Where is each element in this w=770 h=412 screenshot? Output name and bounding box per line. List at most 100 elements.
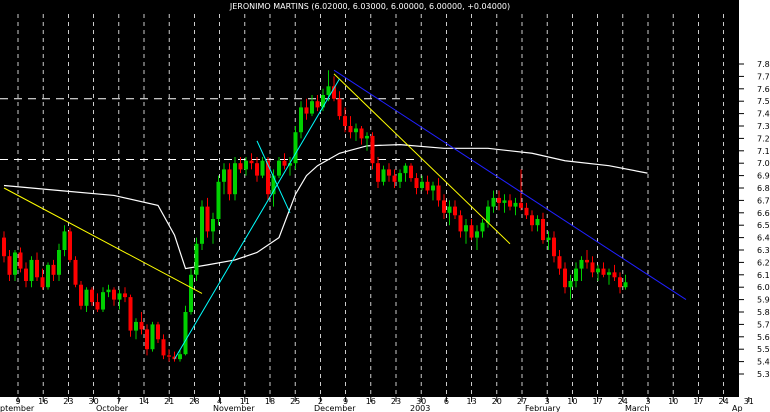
candle-body <box>178 354 182 360</box>
stock-chart: 5.3 5.4 5.5 5.6 5.7 5.8 5.9 6.0 6.1 6.2 6.3 6.4 6.5 6… <box>0 0 770 412</box>
candle-body <box>310 101 314 114</box>
candle-body <box>398 173 402 182</box>
y-tick-label: 6.4 <box>757 234 770 243</box>
candle-body <box>304 107 309 114</box>
candle-body <box>524 207 529 216</box>
y-tick-label: 6.1 <box>757 271 770 280</box>
candle-body <box>123 293 127 298</box>
y-tick-label: 7.5 <box>757 97 770 106</box>
candle-body <box>62 231 67 250</box>
candle-body <box>596 268 600 273</box>
candle-body <box>40 277 45 288</box>
candle-body <box>90 289 94 303</box>
candle-body <box>431 185 435 191</box>
candle-body <box>557 256 562 269</box>
candle-body <box>491 197 496 207</box>
candle-body <box>381 169 386 182</box>
x-day-label: 25 <box>290 397 300 406</box>
y-tick-label: 7.3 <box>757 122 770 131</box>
candle-body <box>343 116 347 126</box>
x-day-label: 13 <box>467 397 477 406</box>
candle-body <box>101 292 105 310</box>
candle-body <box>249 160 254 164</box>
x-month-label: December <box>314 404 356 412</box>
candle-body <box>480 222 485 232</box>
candle-body <box>200 206 204 244</box>
x-month-label: February <box>525 404 561 412</box>
candle-body <box>469 225 474 238</box>
candle-body <box>134 321 138 331</box>
candle-body <box>326 86 331 95</box>
candle-body <box>502 200 507 203</box>
candle-body <box>57 250 61 275</box>
candle-body <box>612 272 617 278</box>
y-tick-label: 6.7 <box>757 196 770 205</box>
x-month-label: October <box>96 404 129 412</box>
candle-body <box>453 206 457 216</box>
candle-body <box>623 282 628 288</box>
x-day-label: 6 <box>444 397 449 406</box>
candle-body <box>194 243 199 275</box>
y-tick-label: 6.9 <box>757 172 770 181</box>
y-tick-label: 5.7 <box>757 320 770 329</box>
candle-body <box>409 165 413 179</box>
candle-body <box>139 321 144 330</box>
candle-body <box>117 293 122 300</box>
candle-body <box>35 259 39 278</box>
candle-body <box>403 165 408 174</box>
candle-body <box>150 324 155 350</box>
candle-body <box>337 98 342 117</box>
candle-body <box>370 135 375 164</box>
y-tick-label: 6.2 <box>757 258 770 267</box>
candle-body <box>579 259 584 269</box>
y-tick-label: 5.4 <box>757 358 770 367</box>
y-tick-label: 6.0 <box>757 283 770 292</box>
candle-body <box>183 312 188 355</box>
candle-body <box>348 126 353 133</box>
y-tick-label: 7.4 <box>757 110 770 119</box>
candle-body <box>260 160 265 176</box>
candle-body <box>519 202 523 208</box>
candle-body <box>46 264 50 288</box>
y-tick-label: 5.3 <box>757 370 770 379</box>
x-day-label: 23 <box>391 397 401 406</box>
y-tick-label: 7.6 <box>757 85 770 94</box>
candle-body <box>354 128 358 133</box>
candle-body <box>222 169 226 182</box>
candle-body <box>145 329 149 350</box>
candle-body <box>238 163 243 170</box>
x-day-label: 18 <box>265 397 275 406</box>
y-tick-label: 6.8 <box>757 184 770 193</box>
candle-body <box>128 297 133 331</box>
chart-title: JERONIMO MARTINS (6.02000, 6.03000, 6.00… <box>229 2 510 11</box>
candle-body <box>365 135 369 139</box>
candle-body <box>13 252 17 275</box>
candle-body <box>293 132 298 164</box>
candle-body <box>299 107 303 133</box>
candle-body <box>458 215 463 232</box>
candle-body <box>68 231 72 260</box>
y-tick-label: 7.1 <box>757 147 770 156</box>
candle-body <box>436 185 441 201</box>
candle-body <box>376 163 380 182</box>
x-day-label: 17 <box>593 397 603 406</box>
candle-body <box>359 128 364 139</box>
x-day-label: 10 <box>668 397 678 406</box>
x-day-label: 21 <box>164 397 174 406</box>
candle-body <box>442 200 446 213</box>
candle-body <box>585 259 589 263</box>
candle-body <box>508 200 512 207</box>
y-tick-label: 7.0 <box>757 159 770 168</box>
x-day-label: 23 <box>63 397 73 406</box>
y-tick-label: 6.6 <box>757 209 770 218</box>
candle-body <box>447 206 452 213</box>
x-month-label: March <box>625 404 649 412</box>
candle-body <box>18 252 23 269</box>
candle-body <box>51 264 56 275</box>
candle-body <box>607 272 611 275</box>
x-day-label: 14 <box>139 397 149 406</box>
x-month-label: 2003 <box>410 404 430 412</box>
candle-body <box>277 160 281 176</box>
x-day-label: 17 <box>693 397 703 406</box>
candle-body <box>315 101 320 108</box>
